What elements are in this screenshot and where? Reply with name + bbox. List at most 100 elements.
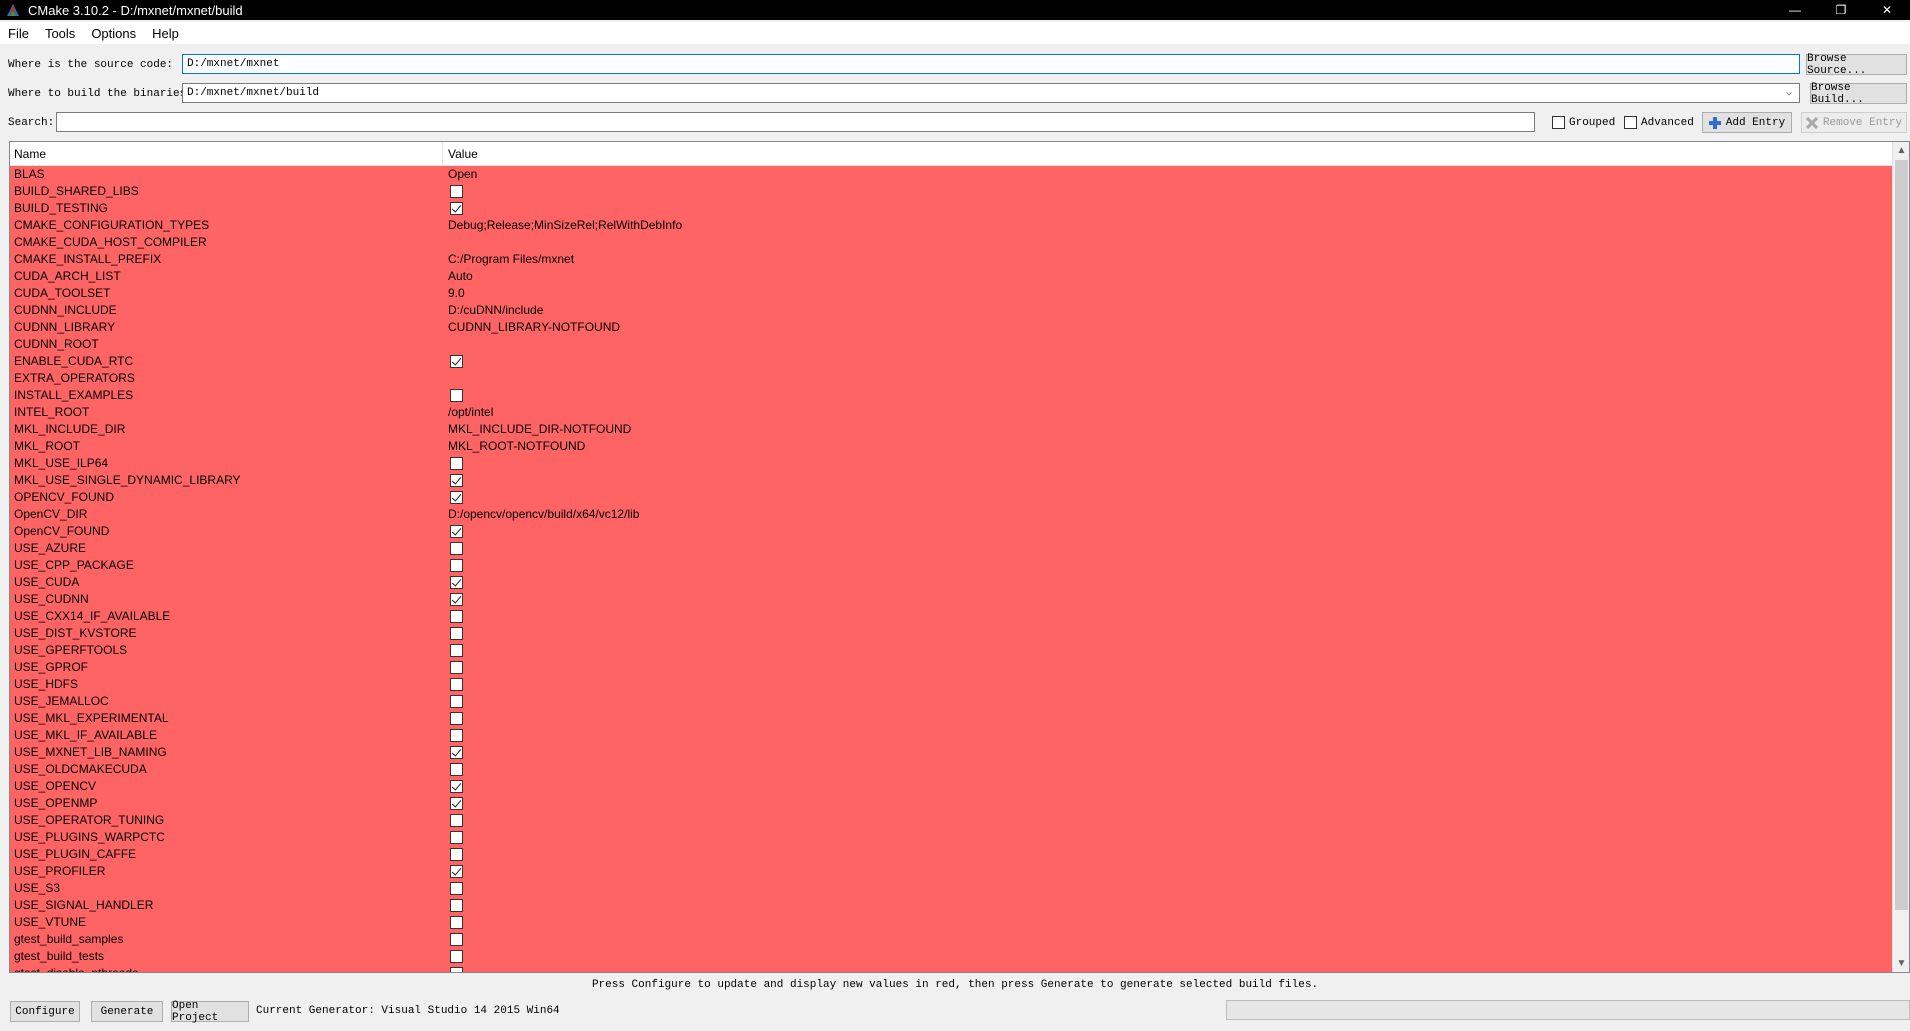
table-row[interactable]: CUDNN_LIBRARY CUDNN_LIBRARY-NOTFOUND <box>10 319 1893 336</box>
table-row[interactable]: USE_PLUGINS_WARPCTC <box>10 829 1893 846</box>
table-row[interactable]: USE_SIGNAL_HANDLER <box>10 897 1893 914</box>
entry-value[interactable]: D:/opencv/opencv/build/x64/vc12/lib <box>448 506 639 523</box>
table-row[interactable]: gtest_build_tests <box>10 948 1893 965</box>
entry-value[interactable]: CUDNN_LIBRARY-NOTFOUND <box>448 319 620 336</box>
close-button[interactable]: ✕ <box>1864 0 1910 20</box>
scroll-thumb[interactable] <box>1895 160 1908 910</box>
entry-value-checkbox[interactable] <box>450 355 463 368</box>
table-row[interactable]: INTEL_ROOT/opt/intel <box>10 404 1893 421</box>
generate-button[interactable]: Generate <box>91 1001 163 1022</box>
entry-value-checkbox[interactable] <box>450 933 463 946</box>
table-row[interactable]: USE_GPROF <box>10 659 1893 676</box>
table-row[interactable]: CMAKE_CUDA_HOST_COMPILER <box>10 234 1893 251</box>
table-row[interactable]: USE_CXX14_IF_AVAILABLE <box>10 608 1893 625</box>
entry-value-checkbox[interactable] <box>450 746 463 759</box>
build-path-combo[interactable]: D:/mxnet/mxnet/build ⌵ <box>182 83 1800 103</box>
table-row[interactable]: ENABLE_CUDA_RTC <box>10 353 1893 370</box>
entry-value-checkbox[interactable] <box>450 185 463 198</box>
entry-value-checkbox[interactable] <box>450 593 463 606</box>
table-row[interactable]: gtest_build_samples <box>10 931 1893 948</box>
table-row[interactable]: USE_CUDNN <box>10 591 1893 608</box>
table-row[interactable]: CUDNN_ROOT <box>10 336 1893 353</box>
add-entry-button[interactable]: Add Entry <box>1702 112 1792 133</box>
entry-value-checkbox[interactable] <box>450 457 463 470</box>
configure-button[interactable]: Configure <box>10 1001 80 1022</box>
table-row[interactable]: USE_MKL_EXPERIMENTAL <box>10 710 1893 727</box>
menu-file[interactable]: File <box>0 26 37 41</box>
entry-value[interactable]: MKL_ROOT-NOTFOUND <box>448 438 585 455</box>
entry-value-checkbox[interactable] <box>450 865 463 878</box>
table-row[interactable]: USE_OLDCMAKECUDA <box>10 761 1893 778</box>
chevron-down-icon[interactable]: ⌵ <box>1783 86 1795 100</box>
entry-value[interactable]: Auto <box>448 268 473 285</box>
scroll-up-arrow-icon[interactable]: ▲ <box>1893 142 1909 159</box>
table-row[interactable]: BLAS Open <box>10 166 1893 183</box>
table-row[interactable]: BUILD_SHARED_LIBS <box>10 183 1893 200</box>
advanced-checkbox-box[interactable] <box>1624 116 1637 129</box>
entry-value-checkbox[interactable] <box>450 848 463 861</box>
table-row[interactable]: CUDNN_INCLUDE D:/cuDNN/include <box>10 302 1893 319</box>
entry-value[interactable]: Open <box>448 166 477 183</box>
table-row[interactable]: CMAKE_CONFIGURATION_TYPES Debug;Release;M… <box>10 217 1893 234</box>
column-header-name[interactable]: Name <box>14 147 46 161</box>
table-row[interactable]: USE_HDFS <box>10 676 1893 693</box>
table-row[interactable]: OPENCV_FOUND <box>10 489 1893 506</box>
table-row[interactable]: EXTRA_OPERATORS <box>10 370 1893 387</box>
table-row[interactable]: USE_OPENCV <box>10 778 1893 795</box>
column-header-value[interactable]: Value <box>448 147 478 161</box>
search-input[interactable] <box>56 112 1535 132</box>
scroll-down-arrow-icon[interactable]: ▼ <box>1893 955 1909 972</box>
restore-button[interactable]: ❐ <box>1818 0 1864 20</box>
entry-value-checkbox[interactable] <box>450 474 463 487</box>
table-row[interactable]: CUDA_ARCH_LIST Auto <box>10 268 1893 285</box>
table-row[interactable]: BUILD_TESTING <box>10 200 1893 217</box>
table-row[interactable]: USE_PLUGIN_CAFFE <box>10 846 1893 863</box>
entry-value-checkbox[interactable] <box>450 542 463 555</box>
table-row[interactable]: USE_PROFILER <box>10 863 1893 880</box>
entry-value-checkbox[interactable] <box>450 678 463 691</box>
table-row[interactable]: INSTALL_EXAMPLES <box>10 387 1893 404</box>
entry-value-checkbox[interactable] <box>450 610 463 623</box>
entry-value-checkbox[interactable] <box>450 202 463 215</box>
table-row[interactable]: CUDA_TOOLSET 9.0 <box>10 285 1893 302</box>
open-project-button[interactable]: Open Project <box>171 1000 249 1024</box>
grouped-checkbox-box[interactable] <box>1552 116 1565 129</box>
table-row[interactable]: gtest_disable_pthreads <box>10 965 1893 972</box>
table-row[interactable]: USE_MXNET_LIB_NAMING <box>10 744 1893 761</box>
entry-value[interactable]: D:/cuDNN/include <box>448 302 543 319</box>
table-row[interactable]: USE_MKL_IF_AVAILABLE <box>10 727 1893 744</box>
entry-value-checkbox[interactable] <box>450 780 463 793</box>
table-row[interactable]: USE_DIST_KVSTORE <box>10 625 1893 642</box>
entry-value-checkbox[interactable] <box>450 661 463 674</box>
browse-source-button[interactable]: Browse Source... <box>1806 53 1907 77</box>
entry-value-checkbox[interactable] <box>450 797 463 810</box>
table-row[interactable]: MKL_INCLUDE_DIR MKL_INCLUDE_DIR-NOTFOUND <box>10 421 1893 438</box>
table-row[interactable]: USE_S3 <box>10 880 1893 897</box>
entry-value-checkbox[interactable] <box>450 559 463 572</box>
browse-build-button[interactable]: Browse Build... <box>1810 82 1907 106</box>
table-row[interactable]: USE_OPENMP <box>10 795 1893 812</box>
entry-value-checkbox[interactable] <box>450 950 463 963</box>
entry-value-checkbox[interactable] <box>450 882 463 895</box>
grouped-checkbox[interactable]: Grouped <box>1552 116 1615 129</box>
entry-value-checkbox[interactable] <box>450 899 463 912</box>
entry-value-checkbox[interactable] <box>450 814 463 827</box>
table-row[interactable]: MKL_USE_ILP64 <box>10 455 1893 472</box>
menu-help[interactable]: Help <box>144 26 187 41</box>
entry-value[interactable]: MKL_INCLUDE_DIR-NOTFOUND <box>448 421 631 438</box>
table-row[interactable]: USE_OPERATOR_TUNING <box>10 812 1893 829</box>
table-row[interactable]: USE_VTUNE <box>10 914 1893 931</box>
entry-value[interactable]: Debug;Release;MinSizeRel;RelWithDebInfo <box>448 217 682 234</box>
entry-value-checkbox[interactable] <box>450 525 463 538</box>
table-row[interactable]: USE_CUDA <box>10 574 1893 591</box>
source-path-input[interactable]: D:/mxnet/mxnet <box>182 54 1800 74</box>
table-row[interactable]: MKL_ROOT MKL_ROOT-NOTFOUND <box>10 438 1893 455</box>
menu-options[interactable]: Options <box>83 26 144 41</box>
entry-value-checkbox[interactable] <box>450 576 463 589</box>
entry-value[interactable]: /opt/intel <box>448 404 493 421</box>
table-row[interactable]: CMAKE_INSTALL_PREFIX C:/Program Files/mxn… <box>10 251 1893 268</box>
table-row[interactable]: OpenCV_FOUND <box>10 523 1893 540</box>
entry-value-checkbox[interactable] <box>450 729 463 742</box>
table-row[interactable]: USE_CPP_PACKAGE <box>10 557 1893 574</box>
table-row[interactable]: USE_AZURE <box>10 540 1893 557</box>
